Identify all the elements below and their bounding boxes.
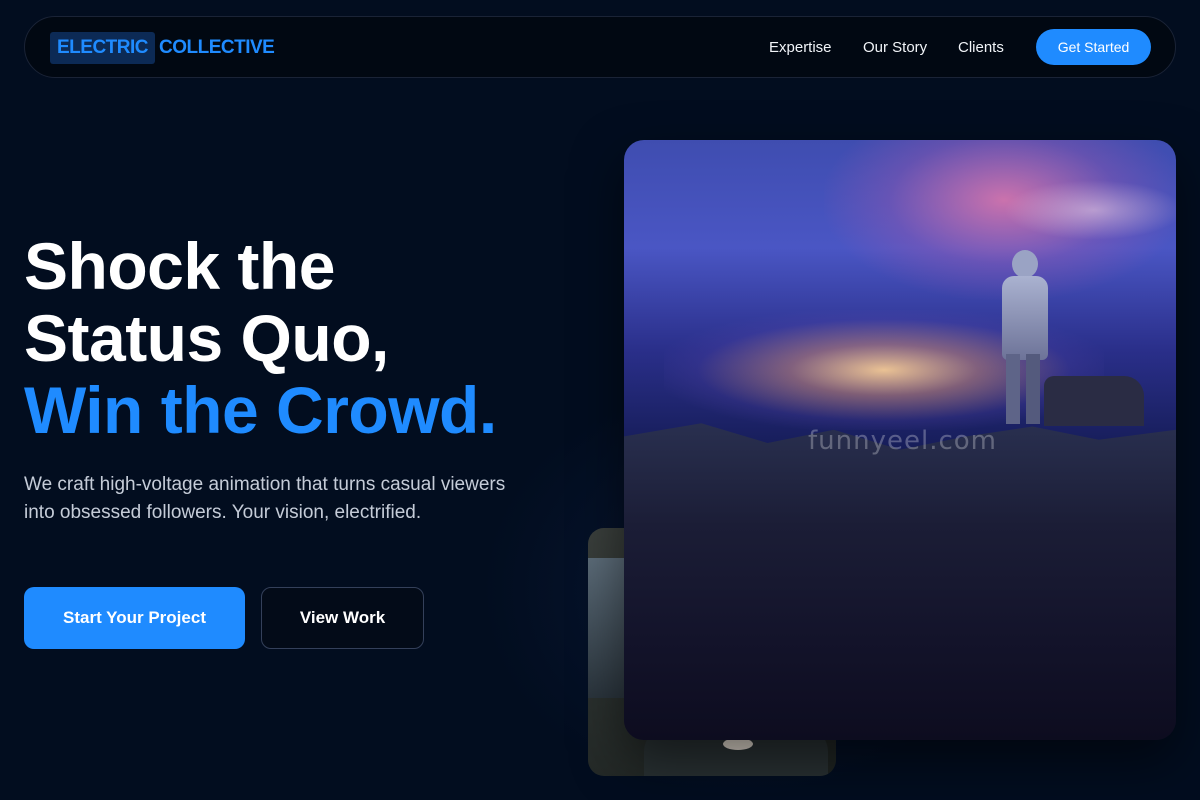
top-navigation: ELECTRIC COLLECTIVE Expertise Our Story … <box>24 16 1176 78</box>
nav-link-expertise[interactable]: Expertise <box>769 39 832 56</box>
nav-link-our-story[interactable]: Our Story <box>863 39 927 56</box>
cloud-shape <box>1004 180 1176 240</box>
image-watermark: funnyeel.com <box>808 426 997 456</box>
nav-link-clients[interactable]: Clients <box>958 39 1004 56</box>
astronaut-leg <box>1026 354 1040 424</box>
headline-line-1: Shock the <box>24 229 335 303</box>
logo[interactable]: ELECTRIC COLLECTIVE <box>50 32 275 64</box>
get-started-button[interactable]: Get Started <box>1036 29 1151 65</box>
hero-subtitle: We craft high-voltage animation that tur… <box>24 474 506 523</box>
hero-showcase-image: funnyeel.com <box>624 140 1176 740</box>
astronaut-leg <box>1006 354 1020 424</box>
headline-line-3: Win the Crowd. <box>24 373 497 447</box>
hero-headline: Shock the Status Quo, Win the Crowd. <box>24 230 604 446</box>
logo-part-collective: COLLECTIVE <box>159 37 275 58</box>
rock-ledge <box>1044 376 1144 426</box>
logo-part-electric: ELECTRIC <box>50 32 155 64</box>
cliff-rocks <box>624 423 1176 740</box>
headline-line-2: Status Quo, <box>24 301 389 375</box>
astronaut-body <box>1002 276 1048 360</box>
start-your-project-button[interactable]: Start Your Project <box>24 587 245 649</box>
view-work-button[interactable]: View Work <box>261 587 424 649</box>
astronaut-figure <box>996 250 1052 430</box>
astronaut-helmet <box>1012 250 1038 278</box>
